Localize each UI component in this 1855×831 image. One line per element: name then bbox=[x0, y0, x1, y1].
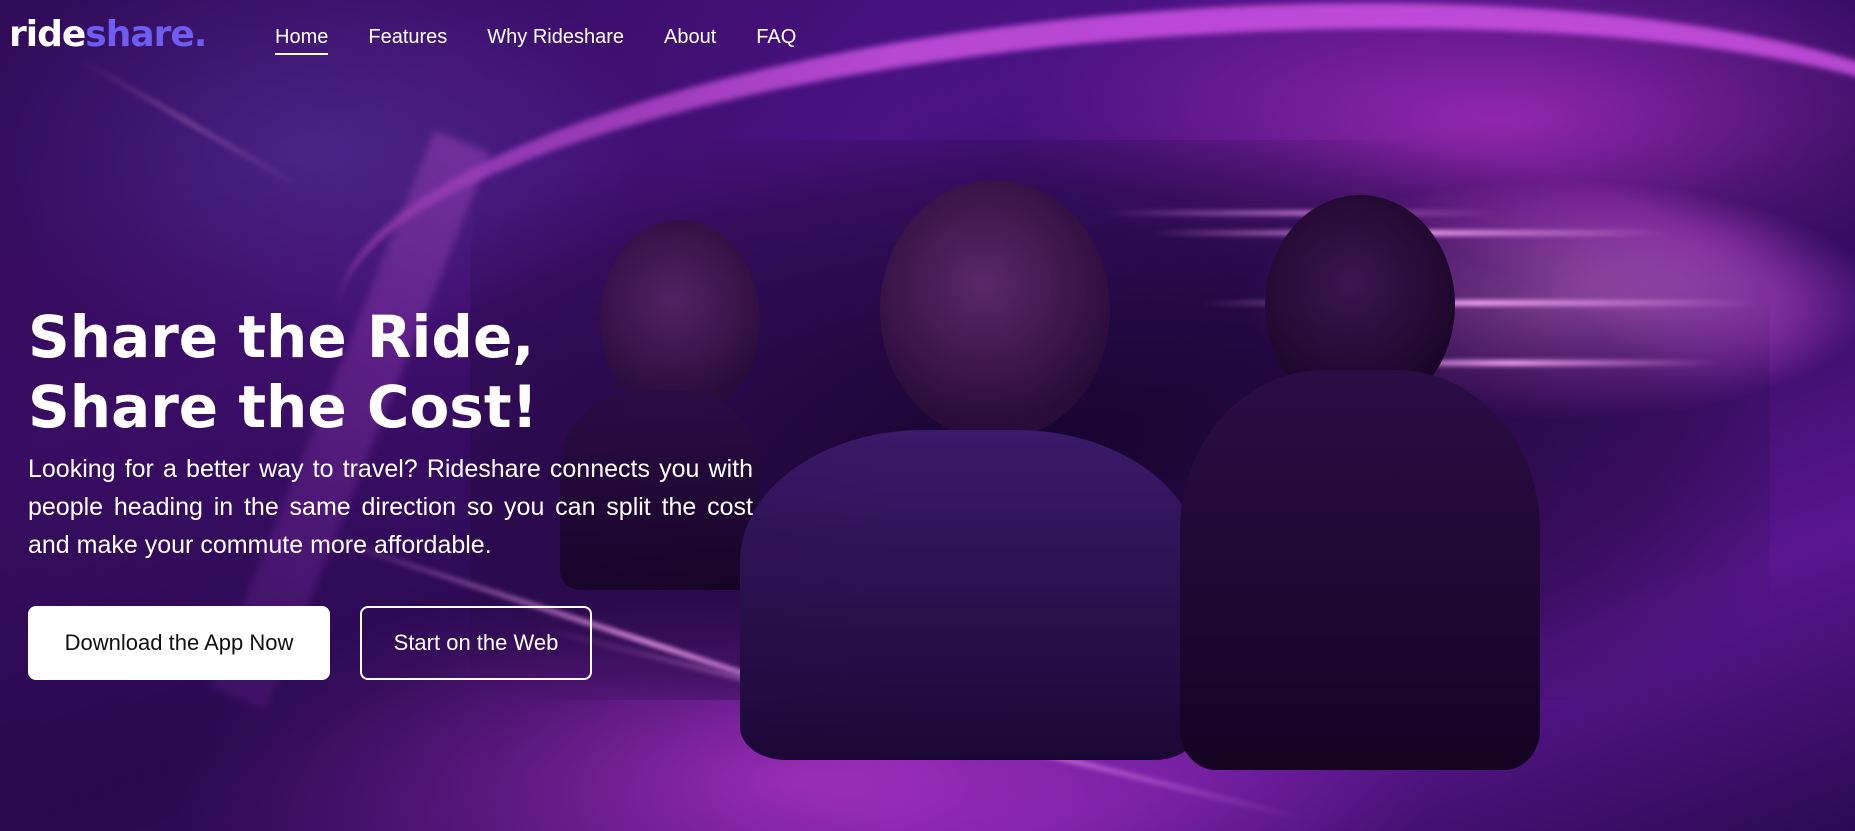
headline-line-2: Share the Cost! bbox=[28, 373, 538, 441]
nav-item-features[interactable]: Features bbox=[368, 26, 447, 55]
headline-line-1: Share the Ride, bbox=[28, 303, 535, 371]
logo-text-accent: share. bbox=[85, 14, 207, 55]
hero-headline: Share the Ride, Share the Cost! bbox=[28, 302, 728, 442]
nav-links: Home Features Why Rideshare About FAQ bbox=[275, 26, 836, 55]
download-app-button[interactable]: Download the App Now bbox=[28, 606, 330, 680]
top-navbar: rideshare. Home Features Why Rideshare A… bbox=[0, 0, 1855, 78]
light-streak bbox=[1100, 210, 1500, 216]
logo-text-primary: ride bbox=[9, 14, 86, 55]
driver-body bbox=[1180, 370, 1540, 770]
nav-item-about[interactable]: About bbox=[664, 26, 716, 55]
hero-description: Looking for a better way to travel? Ride… bbox=[28, 455, 753, 559]
nav-item-faq[interactable]: FAQ bbox=[756, 26, 796, 55]
nav-item-why-rideshare[interactable]: Why Rideshare bbox=[487, 26, 624, 55]
rideshare-logo[interactable]: rideshare. bbox=[9, 14, 207, 55]
nav-item-home[interactable]: Home bbox=[275, 26, 329, 55]
hero-section: rideshare. Home Features Why Rideshare A… bbox=[0, 0, 1855, 831]
passenger-center-head bbox=[880, 180, 1110, 440]
start-on-web-button[interactable]: Start on the Web bbox=[360, 606, 592, 680]
